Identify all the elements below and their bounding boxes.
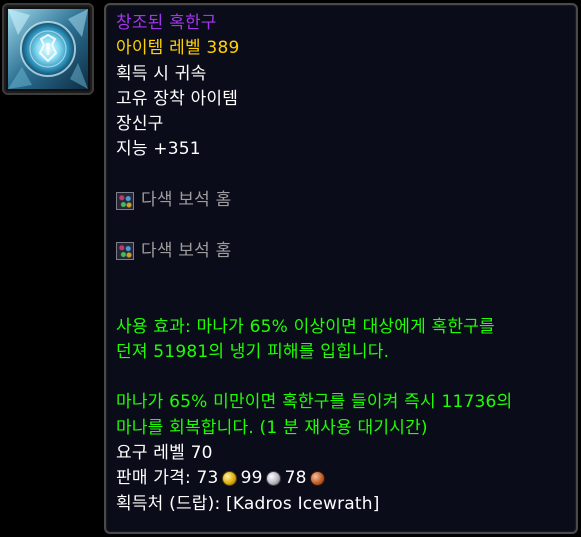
socket-label: 다색 보석 홈	[141, 190, 232, 211]
gold-coin-icon	[221, 471, 237, 487]
copper-coin-icon	[309, 471, 325, 487]
item-tooltip: 창조된 혹한구 아이템 레벨 389 획득 시 귀속 고유 장착 아이템 장신구…	[104, 3, 578, 534]
item-slot: 장신구	[116, 114, 164, 135]
item-stat: 지능 +351	[116, 139, 201, 160]
use-effect-line-2: 던져 51981의 냉기 피해를 입힙니다.	[116, 341, 390, 362]
item-source: 획득처 (드랍): [Kadros Icewrath]	[116, 493, 380, 514]
silver-amount: 99	[240, 468, 263, 489]
secondary-effect-line-1: 마나가 65% 미만이면 혹한구를 들이켜 즉시 11736의	[116, 392, 513, 413]
socket-label: 다색 보석 홈	[141, 240, 232, 261]
item-unique: 고유 장착 아이템	[116, 88, 239, 109]
use-effect-line-1: 사용 효과: 마나가 65% 이상이면 대상에게 혹한구를	[116, 316, 495, 337]
gold-amount: 73	[196, 468, 219, 489]
prismatic-socket-icon	[116, 191, 134, 210]
item-level-value: 389	[206, 38, 240, 59]
copper-amount: 78	[284, 468, 307, 489]
item-level-label: 아이템 레벨	[116, 38, 201, 59]
sell-price: 판매 가격: 73 99 78	[116, 466, 568, 491]
item-name: 창조된 혹한구	[116, 13, 217, 33]
silver-coin-icon	[265, 471, 281, 487]
sell-price-label: 판매 가격:	[116, 468, 191, 489]
tooltip-content: 창조된 혹한구 아이템 레벨 389 획득 시 귀속 고유 장착 아이템 장신구…	[116, 11, 568, 517]
required-level: 요구 레벨 70	[116, 443, 213, 464]
frost-orb-icon	[8, 9, 88, 89]
item-level: 아이템 레벨 389	[116, 36, 568, 61]
socket-row: 다색 보석 홈	[116, 239, 568, 264]
prismatic-socket-icon	[116, 242, 134, 261]
item-binding: 획득 시 귀속	[116, 63, 207, 84]
socket-row: 다색 보석 홈	[116, 188, 568, 213]
item-icon[interactable]	[2, 3, 94, 95]
secondary-effect-line-2: 마나를 회복합니다. (1 분 재사용 대기시간)	[116, 417, 428, 438]
